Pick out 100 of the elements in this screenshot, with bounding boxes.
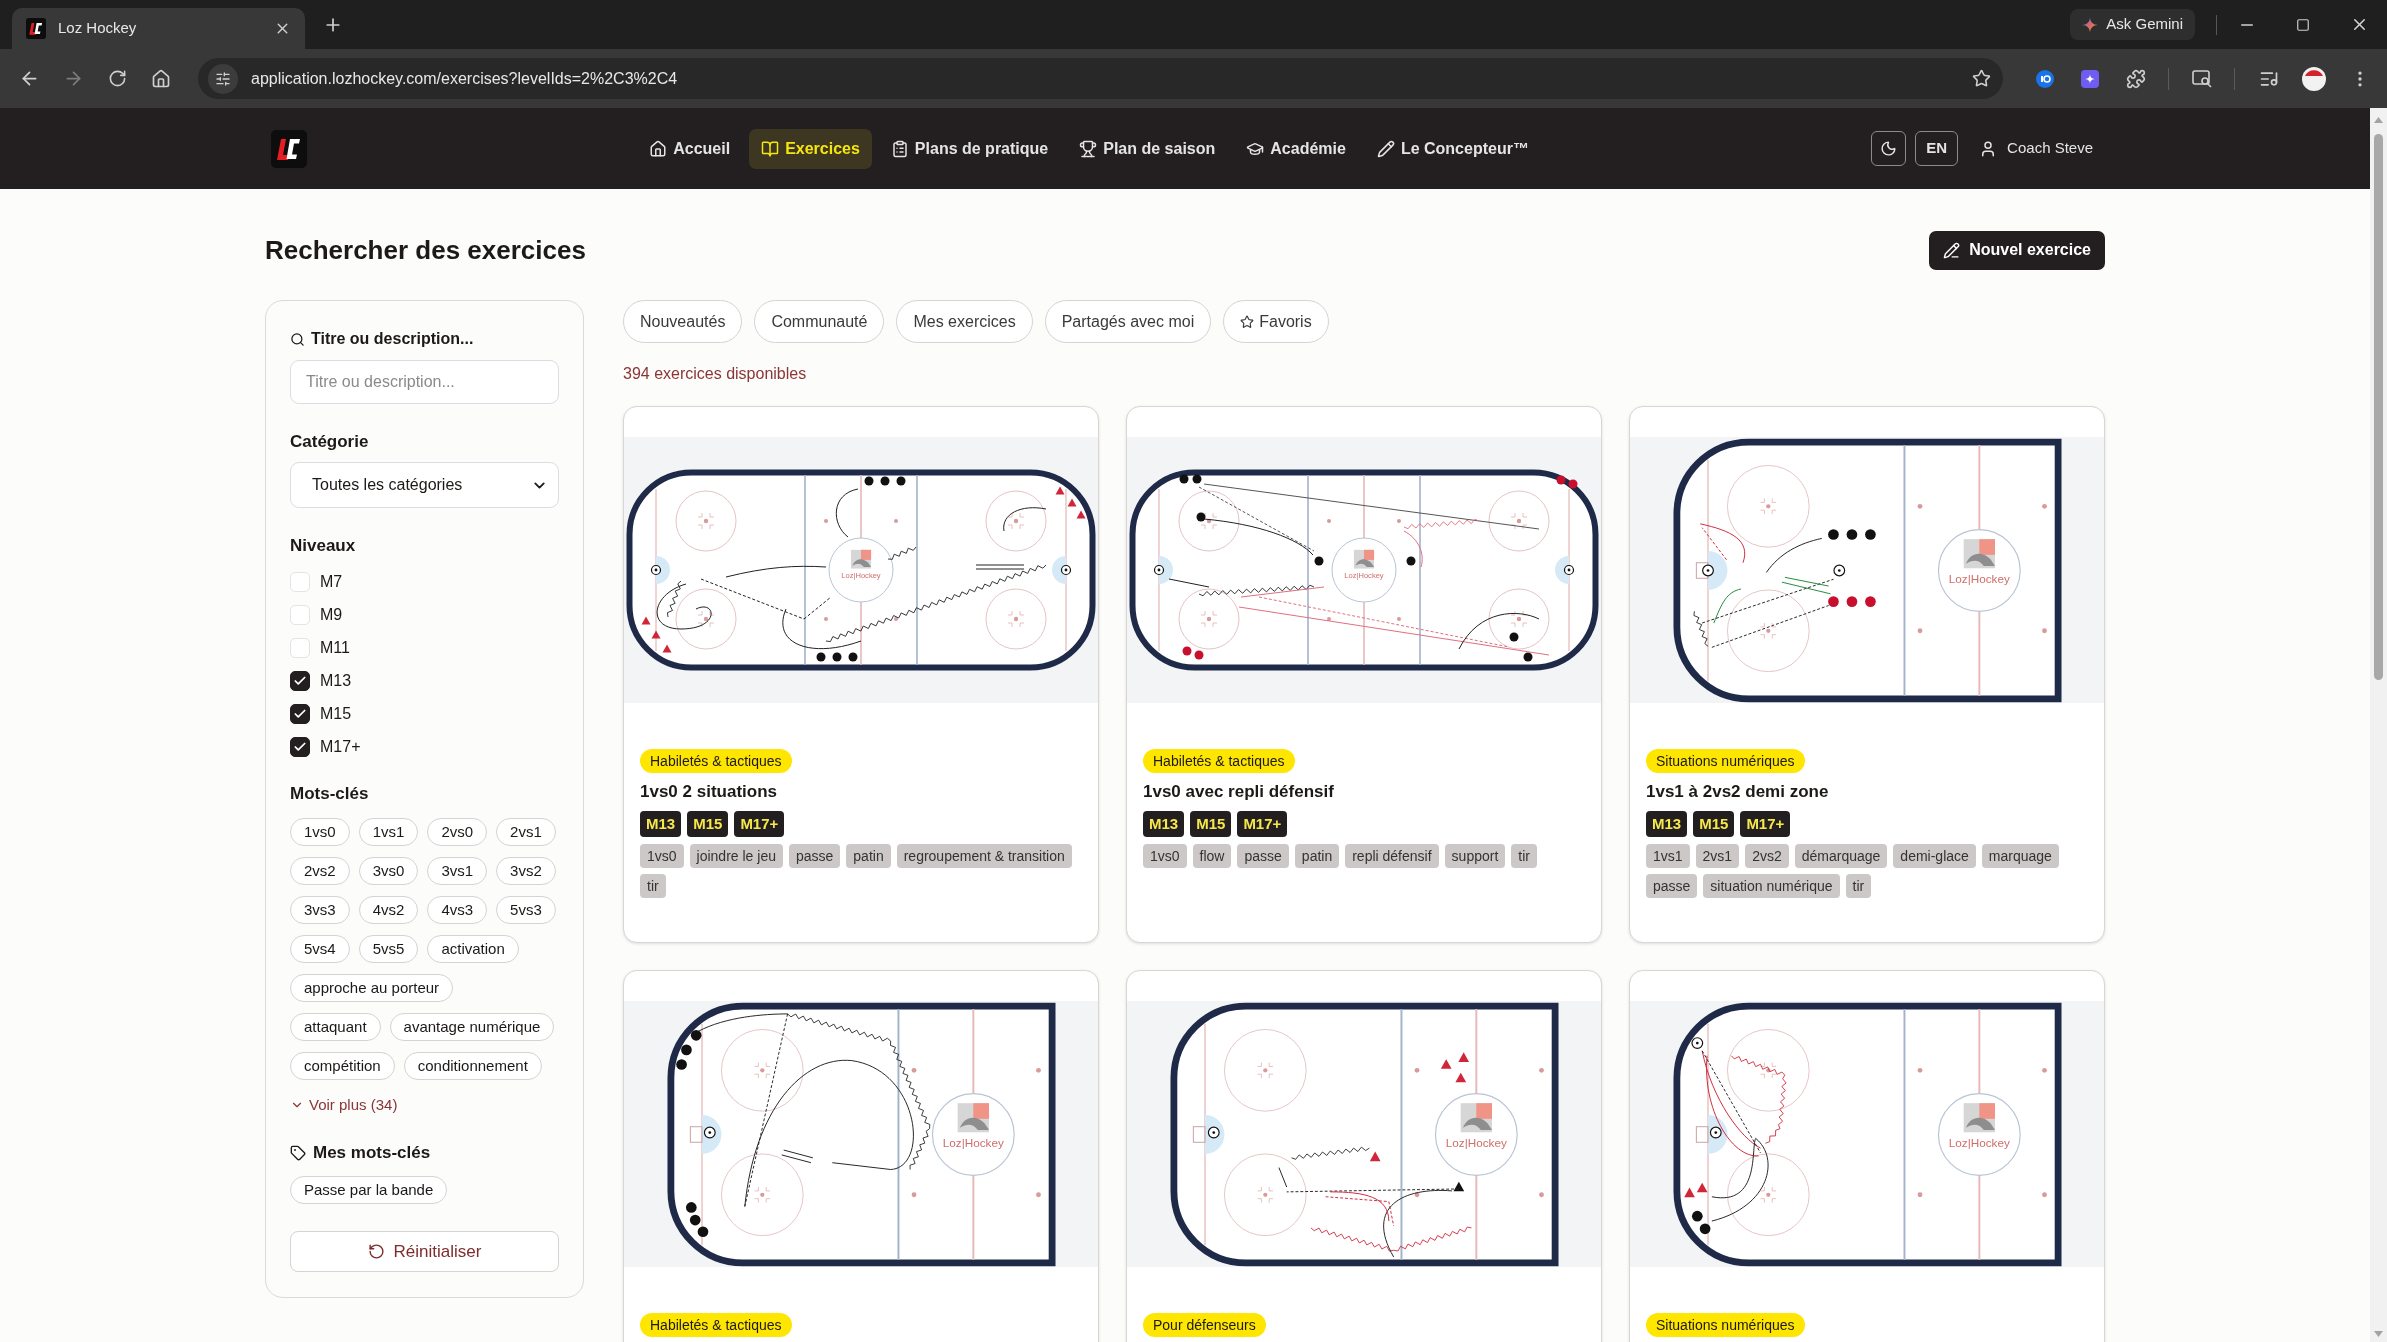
book-icon <box>761 139 780 158</box>
checkbox[interactable] <box>290 703 310 724</box>
logo-icon[interactable] <box>271 129 307 168</box>
keyword-chip[interactable]: approche au porteur <box>290 974 454 1002</box>
keyword-chip[interactable]: conditionnement <box>403 1052 542 1080</box>
bookmark-star-icon[interactable] <box>1972 69 1991 88</box>
keyword-tag: 1vs1 <box>1646 844 1690 868</box>
address-bar[interactable]: application.lozhockey.com/exercises?levelIds=2%2C3%2C4 <box>198 58 2003 99</box>
keyword-tag: démarquage <box>1794 844 1888 868</box>
section-heading: Catégorie <box>290 431 370 453</box>
keyword-tag: passe <box>788 844 841 868</box>
filter-tab[interactable]: Communauté <box>754 300 885 343</box>
moon-icon <box>1880 140 1898 157</box>
user-menu-button[interactable]: Coach Steve <box>1979 137 2093 160</box>
keyword-chip[interactable]: 2vs2 <box>290 857 350 885</box>
language-button[interactable]: EN <box>1915 131 1959 166</box>
keyword-tag: 2vs2 <box>1745 844 1789 868</box>
level-tag: M13 <box>1143 811 1185 837</box>
search-field[interactable]: Titre ou description... <box>290 360 559 404</box>
keyword-chip[interactable]: 2vs0 <box>427 818 488 846</box>
theme-toggle-button[interactable] <box>1871 131 1907 166</box>
keyword-tag: regroupement & transition <box>896 844 1072 868</box>
search-label: Titre ou description... <box>311 329 474 349</box>
home-icon <box>649 139 668 158</box>
keyword-chip[interactable]: avantage numérique <box>389 1013 555 1041</box>
exercise-title: 1vs0 avec repli défensif <box>1143 781 1334 803</box>
keyword-tag: situation numérique <box>1703 874 1840 898</box>
keyword-tag: tir <box>1845 874 1872 898</box>
page-title: Rechercher des exercices <box>265 233 586 267</box>
reset-button[interactable]: Réinitialiser <box>290 1231 559 1272</box>
checkbox-label: M13 <box>320 670 352 691</box>
reload-icon[interactable] <box>107 69 127 88</box>
exercise-card[interactable]: Loz|Hockey Pour défenseurs <box>1126 970 1602 1342</box>
keyword-chip[interactable]: 1vs1 <box>358 818 419 846</box>
maximize-icon[interactable] <box>2296 17 2310 32</box>
level-tag: M15 <box>687 811 729 837</box>
keyword-tag: passe <box>1237 844 1289 868</box>
keyword-chip[interactable]: Passe par la bande <box>290 1176 448 1204</box>
filter-tab[interactable]: Nouveautés <box>623 300 743 343</box>
nav-link[interactable]: Le Concepteur™ <box>1364 128 1541 169</box>
checkbox-label: M11 <box>320 637 350 658</box>
level-tag: M15 <box>1693 811 1735 837</box>
level-tag: M17+ <box>1237 811 1288 837</box>
exercise-card[interactable]: Loz|Hockey Habiletés & tactiques <box>623 970 1099 1342</box>
category-tag: Habiletés & tactiques <box>1143 749 1295 773</box>
keyword-chip[interactable]: 4vs3 <box>427 896 488 924</box>
level-tag: M17+ <box>734 811 785 837</box>
keyword-chip[interactable]: 4vs2 <box>358 896 419 924</box>
keyword-chip[interactable]: activation <box>427 935 519 963</box>
new-exercise-button[interactable]: Nouvel exercice <box>1929 230 2105 270</box>
keyword-chip[interactable]: 1vs0 <box>290 818 350 846</box>
window-search-icon[interactable] <box>2192 69 2212 88</box>
section-heading: Niveaux <box>290 535 357 557</box>
puzzle-icon[interactable] <box>2126 68 2146 89</box>
keyword-chip[interactable]: 3vs2 <box>496 857 556 885</box>
nav-link[interactable]: Académie <box>1234 128 1358 169</box>
keyword-chip[interactable]: 5vs5 <box>358 935 419 963</box>
checkbox[interactable] <box>290 736 310 757</box>
checkbox-label: M7 <box>320 571 343 592</box>
clipboard-icon <box>890 139 909 158</box>
profile-avatar-icon[interactable] <box>2302 66 2326 91</box>
exercise-card[interactable]: Loz|Hockey Situations numériques <box>1629 970 2105 1342</box>
keyword-tag: 2vs1 <box>1695 844 1740 868</box>
star-icon <box>1240 314 1255 329</box>
nav-link[interactable]: Plan de saison <box>1067 128 1228 169</box>
keyword-chip[interactable]: 3vs1 <box>427 857 488 885</box>
scrollbar-thumb[interactable] <box>2374 134 2383 680</box>
keyword-chip[interactable]: 5vs4 <box>290 935 350 963</box>
exercise-card[interactable]: Loz|Hockey Situations numériques 1vs1 à 2vs2 demi zone M13 M15 M17+ 1vs1 2vs1 2vs2 démarquage demi-glace marquage passe situation numérique tir <box>1629 406 2105 943</box>
site-settings-icon[interactable] <box>215 70 231 87</box>
assistant-button[interactable]: Ask Gemini <box>2070 9 2195 40</box>
keyword-chip[interactable]: 2vs1 <box>496 818 556 846</box>
rink-logo-text: Loz|Hockey <box>1445 1135 1507 1149</box>
keyword-chip[interactable]: compétition <box>290 1052 395 1080</box>
extension-icon[interactable] <box>2036 69 2054 88</box>
exercise-title: 1vs1 à 2vs2 demi zone <box>1646 781 1829 803</box>
nav-link[interactable]: Accueil <box>637 128 743 169</box>
logo-icon[interactable] <box>26 17 46 40</box>
home-icon[interactable] <box>151 68 171 89</box>
extension-icon[interactable] <box>2081 69 2099 88</box>
keyword-chip[interactable]: attaquant <box>290 1013 381 1041</box>
filter-tab[interactable]: Favoris <box>1223 300 1329 343</box>
category-tag: Situations numériques <box>1646 1313 1805 1337</box>
level-tag: M15 <box>1190 811 1232 837</box>
keyword-chip[interactable]: 5vs3 <box>496 896 556 924</box>
nav-link[interactable]: Plans de pratique <box>878 128 1061 169</box>
browser-tab[interactable]: Loz Hockey <box>12 8 305 49</box>
filter-tab[interactable]: Mes exercices <box>896 300 1033 343</box>
category-select[interactable]: Toutes les catégories <box>290 462 559 508</box>
keyword-chip[interactable]: 3vs3 <box>290 896 350 924</box>
keyword-tag: patin <box>1294 844 1340 868</box>
keyword-chip[interactable]: 3vs0 <box>358 857 419 885</box>
checkbox[interactable] <box>290 670 310 691</box>
filter-tab[interactable]: Partagés avec moi <box>1044 300 1212 343</box>
checkbox-label: M9 <box>320 604 343 625</box>
keyword-tag: support <box>1444 844 1506 868</box>
show-more-link[interactable]: Voir plus (34) <box>290 1095 398 1115</box>
nav-link[interactable]: Exercices <box>749 128 872 169</box>
checkbox-label: M15 <box>320 703 352 724</box>
exercise-title: 1vs0 2 situations <box>640 781 777 803</box>
